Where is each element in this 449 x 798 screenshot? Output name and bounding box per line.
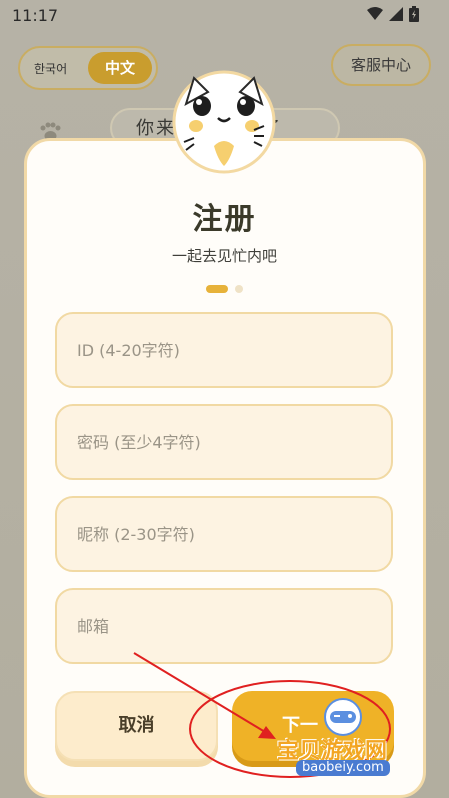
cancel-button[interactable]: 取消 [55, 691, 218, 761]
page-subtitle: 一起去见忙内吧 [171, 247, 277, 265]
wifi-icon [367, 7, 383, 20]
status-bar: 11:17 [0, 0, 449, 30]
battery-charging-icon [409, 6, 419, 22]
step-dot-active [206, 285, 228, 293]
language-korean-option[interactable]: 한국어 [34, 60, 67, 77]
nickname-input[interactable] [57, 498, 391, 570]
password-input[interactable] [57, 406, 391, 478]
signal-icon [389, 7, 403, 21]
status-time: 11:17 [12, 6, 59, 25]
email-input[interactable] [57, 590, 391, 662]
language-toggle[interactable]: 한국어 中文 [18, 46, 158, 90]
id-input[interactable] [57, 314, 391, 386]
status-icons [367, 6, 419, 22]
language-chinese-option[interactable]: 中文 [88, 52, 152, 84]
id-field[interactable] [55, 312, 393, 388]
customer-service-button[interactable]: 客服中心 [331, 44, 431, 86]
nickname-field[interactable] [55, 496, 393, 572]
watermark-url: baobeiy.com [296, 760, 390, 776]
step-dot-inactive [235, 285, 243, 293]
page-title: 注册 [192, 202, 257, 237]
cat-mascot-icon [172, 70, 276, 174]
email-field[interactable] [55, 588, 393, 664]
password-field[interactable] [55, 404, 393, 480]
